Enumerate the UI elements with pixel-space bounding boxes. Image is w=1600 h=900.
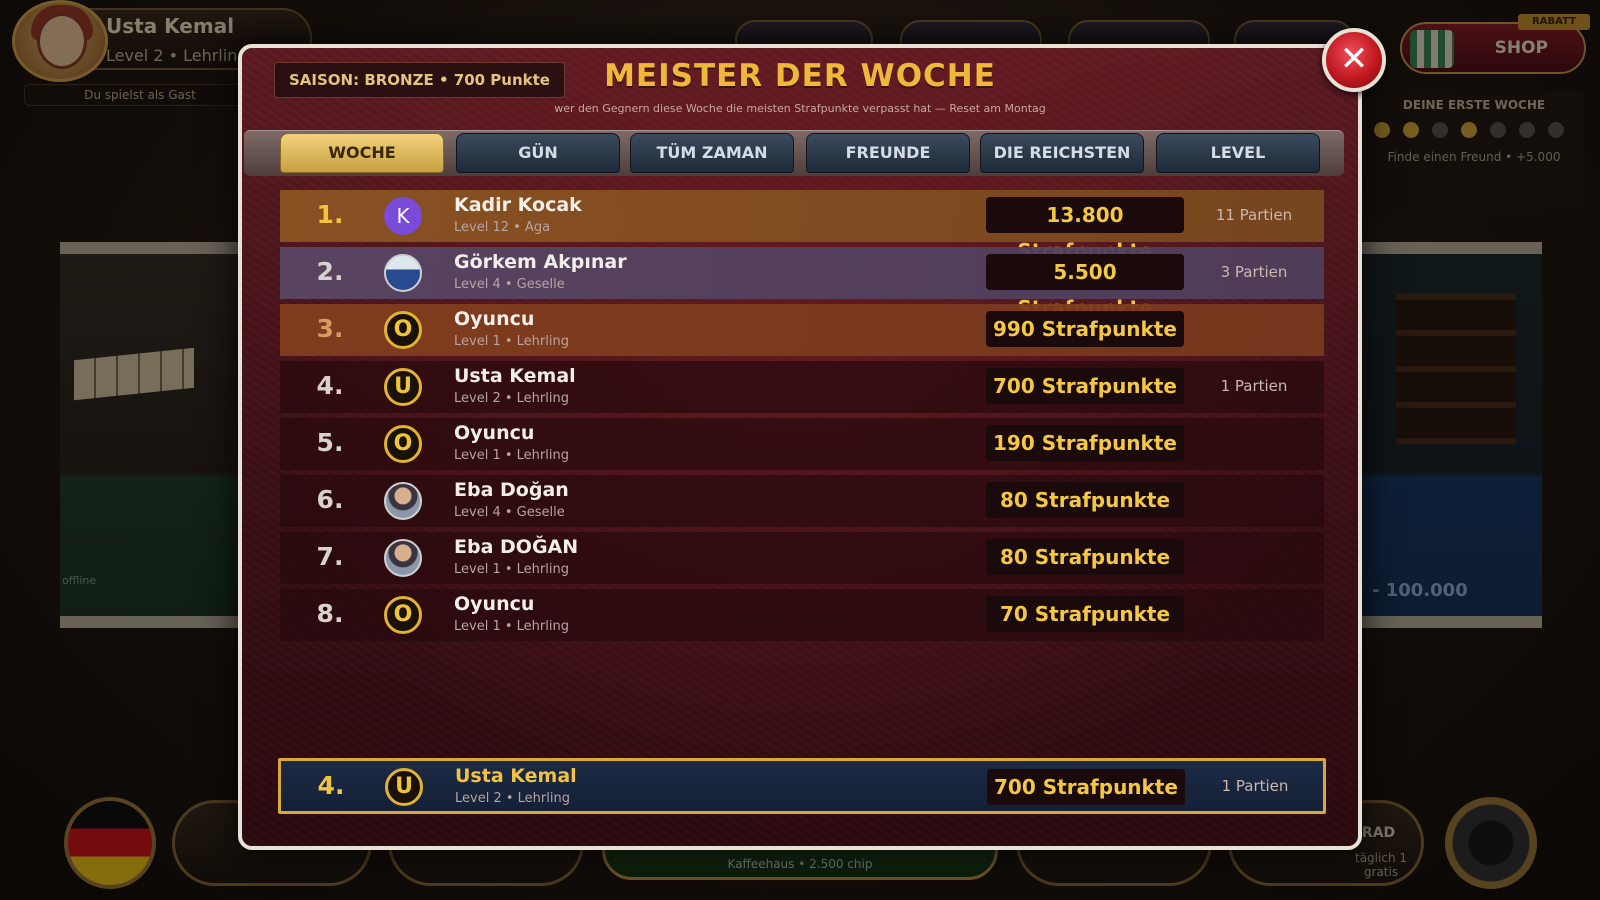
room-chips: - 100.000 — [1372, 580, 1468, 601]
player-avatar: K — [384, 197, 422, 235]
rank-number: 5. — [316, 428, 344, 457]
avatar-face — [37, 13, 87, 69]
player-avatar-photo — [384, 539, 422, 577]
player-name: Eba DOĞAN — [454, 536, 579, 558]
weekly-leaderboard-modal: SAISON: BRONZE • 700 Punkte MEISTER DER … — [238, 44, 1362, 850]
bookshelf-image — [1396, 294, 1516, 444]
progress-dot — [1374, 122, 1390, 138]
player-name: Görkem Akpınar — [454, 251, 627, 273]
my-rank-row[interactable]: 4. U Usta Kemal Level 2 • Lehrling 700 S… — [278, 758, 1326, 814]
player-level: Level 1 • Lehrling — [454, 562, 569, 577]
player-level: Level 1 • Lehrling — [454, 619, 569, 634]
player-level: Level 4 • Geselle — [454, 277, 565, 292]
my-name: Usta Kemal — [455, 765, 577, 787]
first-week-progress — [1374, 122, 1564, 138]
discount-badge: RABATT — [1518, 14, 1590, 30]
player-avatar: U — [384, 368, 422, 406]
left-room-card[interactable]: offline — [60, 242, 240, 628]
player-name: Eba Doğan — [454, 479, 569, 501]
tab-richest[interactable]: DIE REICHSTEN — [980, 133, 1144, 173]
profile-avatar — [12, 0, 108, 82]
player-level: Level 2 • Lehrling — [454, 391, 569, 406]
leaderboard-row[interactable]: 2. Görkem Akpınar Level 4 • Geselle 5.50… — [280, 247, 1324, 320]
player-points: 80 Strafpunkte — [986, 482, 1184, 518]
profile-level: Level 2 • Lehrling — [106, 46, 248, 65]
leaderboard-row[interactable]: 7. Eba DOĞAN Level 1 • Lehrling 80 Straf… — [280, 532, 1324, 584]
rank-number: 1. — [316, 200, 344, 229]
okey-tiles-image — [74, 347, 194, 401]
progress-dot — [1548, 122, 1564, 138]
rank-number: 6. — [316, 485, 344, 514]
my-level: Level 2 • Lehrling — [455, 791, 570, 806]
player-avatar-photo — [384, 254, 422, 292]
player-avatar: O — [384, 311, 422, 349]
rank-number: 8. — [316, 599, 344, 628]
leaderboard-row[interactable]: 5. O Oyuncu Level 1 • Lehrling 190 Straf… — [280, 418, 1324, 470]
leaderboard-row[interactable]: 4. U Usta Kemal Level 2 • Lehrling 700 S… — [280, 361, 1324, 413]
tab-all-time[interactable]: TÜM ZAMAN — [630, 133, 794, 173]
first-week-subtitle: Finde einen Freund • +5.000 — [1387, 150, 1561, 164]
room-status: offline — [62, 574, 97, 587]
tab-week[interactable]: WOCHE — [280, 133, 444, 173]
player-name: Oyuncu — [454, 593, 535, 615]
leaderboard-row[interactable]: 6. Eba Doğan Level 4 • Geselle 80 Strafp… — [280, 475, 1324, 527]
player-points: 190 Strafpunkte — [986, 425, 1184, 461]
right-room-card[interactable]: - 100.000 — [1356, 242, 1542, 628]
progress-dot — [1519, 122, 1535, 138]
player-points: 70 Strafpunkte — [986, 596, 1184, 632]
tab-friends[interactable]: FREUNDE — [806, 133, 970, 173]
my-points: 700 Strafpunkte — [987, 769, 1185, 805]
shop-stall-icon — [1410, 30, 1454, 68]
wheel-subtitle: täglich 1 gratis — [1355, 851, 1407, 879]
tab-day[interactable]: GÜN — [456, 133, 620, 173]
my-rank-number: 4. — [317, 771, 345, 800]
rank-number: 3. — [316, 314, 344, 343]
shop-label: SHOP — [1494, 38, 1548, 58]
close-icon[interactable]: ✕ — [1322, 28, 1386, 92]
tab-level[interactable]: LEVEL — [1156, 133, 1320, 173]
leaderboard-row[interactable]: 1. K Kadir Kocak Level 12 • Aga 13.800 S… — [280, 190, 1324, 263]
modal-title: MEISTER DER WOCHE — [604, 58, 996, 94]
player-level: Level 12 • Aga — [454, 220, 551, 235]
player-avatar-photo — [384, 482, 422, 520]
player-name: Usta Kemal — [454, 365, 576, 387]
leaderboard-tabs: WOCHE GÜN TÜM ZAMAN FREUNDE DIE REICHSTE… — [244, 130, 1344, 176]
progress-dot — [1461, 122, 1477, 138]
progress-dot — [1432, 122, 1448, 138]
rank-number: 2. — [316, 257, 344, 286]
play-room-label: Kaffeehaus • 2.500 chip — [727, 857, 873, 871]
player-level: Level 1 • Lehrling — [454, 448, 569, 463]
player-points: 700 Strafpunkte — [986, 368, 1184, 404]
leaderboard-row[interactable]: 3. O Oyuncu Level 1 • Lehrling 990 Straf… — [280, 304, 1324, 356]
progress-dot — [1490, 122, 1506, 138]
player-name: Oyuncu — [454, 422, 535, 444]
settings-gear-icon[interactable] — [1445, 797, 1537, 889]
player-points: 5.500 Strafpunkte — [986, 254, 1184, 320]
player-games: 3 Partien — [1220, 263, 1288, 281]
first-week-panel[interactable]: DEINE ERSTE WOCHE Finde einen Freund • +… — [1364, 90, 1584, 214]
guest-note: Du spielst als Gast — [24, 84, 256, 106]
first-week-title: DEINE ERSTE WOCHE — [1402, 98, 1546, 112]
player-points: 990 Strafpunkte — [986, 311, 1184, 347]
rank-number: 7. — [316, 542, 344, 571]
profile-name: Usta Kemal — [106, 14, 235, 38]
leaderboard-row[interactable]: 8. O Oyuncu Level 1 • Lehrling 70 Strafp… — [280, 589, 1324, 641]
my-games: 1 Partien — [1221, 777, 1289, 795]
modal-subtitle: wer den Gegnern diese Woche die meisten … — [554, 102, 1046, 115]
player-games: 11 Partien — [1215, 206, 1293, 224]
player-avatar: O — [384, 425, 422, 463]
progress-dot — [1403, 122, 1419, 138]
player-level: Level 1 • Lehrling — [454, 334, 569, 349]
player-points: 80 Strafpunkte — [986, 539, 1184, 575]
player-avatar: O — [384, 596, 422, 634]
player-points: 13.800 Strafpunkte — [986, 197, 1184, 263]
player-games: 1 Partien — [1220, 377, 1288, 395]
player-name: Kadir Kocak — [454, 194, 582, 216]
player-level: Level 4 • Geselle — [454, 505, 565, 520]
rank-number: 4. — [316, 371, 344, 400]
language-flag-button[interactable] — [64, 797, 156, 889]
player-name: Oyuncu — [454, 308, 535, 330]
my-avatar: U — [385, 768, 423, 806]
